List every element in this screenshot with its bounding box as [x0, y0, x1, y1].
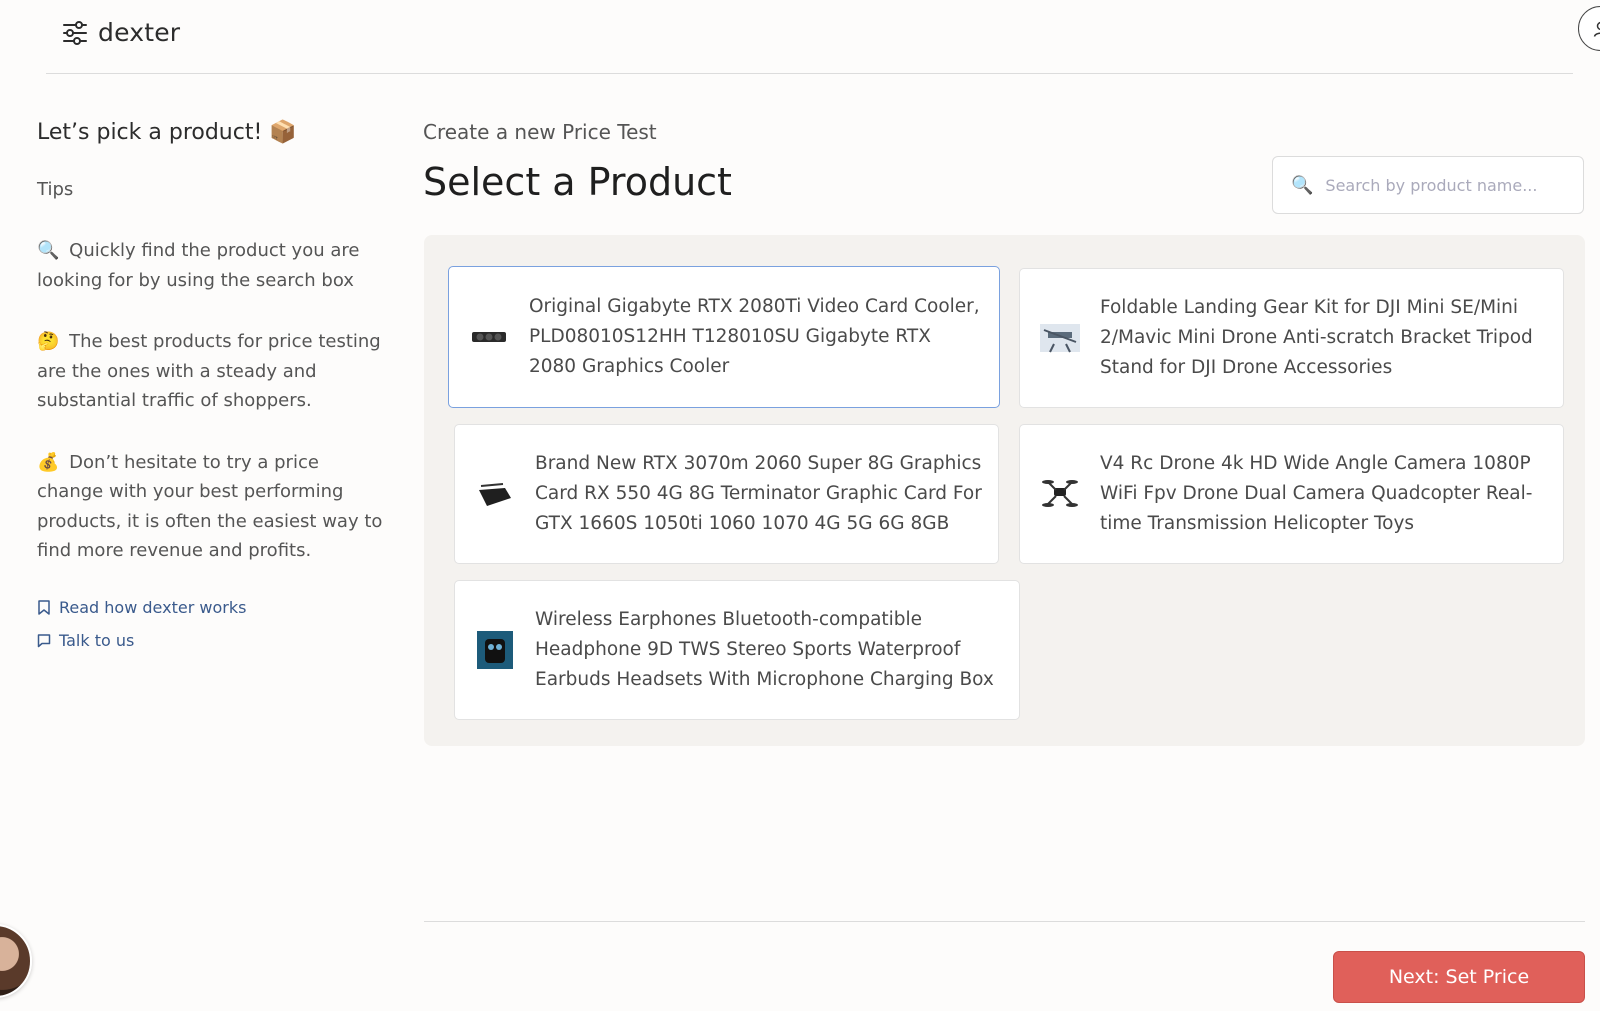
sidebar-title: Let’s pick a product! 📦 [37, 120, 297, 145]
tips-label: Tips [37, 179, 74, 200]
page-title: Select a Product [423, 160, 732, 204]
product-thumbnail [475, 630, 515, 670]
search-icon: 🔍 [1291, 174, 1314, 196]
tip-text: Quickly find the product you are looking… [37, 240, 360, 291]
support-chat-avatar[interactable] [0, 924, 32, 998]
product-thumbnail [475, 474, 515, 514]
bookmark-icon [38, 599, 50, 615]
product-title: Wireless Earphones Bluetooth-compatible … [535, 609, 994, 690]
product-card-gigabyte-cooler[interactable]: Original Gigabyte RTX 2080Ti Video Card … [448, 266, 1000, 408]
product-title: Original Gigabyte RTX 2080Ti Video Card … [529, 296, 980, 377]
tips-sidebar: Let’s pick a product! 📦 Tips 🔍 Quickly f… [37, 120, 387, 664]
talk-to-us-link[interactable]: Talk to us [37, 631, 387, 650]
product-thumbnail [1040, 318, 1080, 358]
top-bar: dexter [46, 0, 1600, 74]
search-input[interactable] [1325, 175, 1566, 195]
drone-accessory-icon [1040, 324, 1080, 353]
tip-item: 💰 Don’t hesitate to try a price change w… [37, 448, 387, 566]
drone-icon [1042, 480, 1078, 507]
tip-item: 🔍 Quickly find the product you are looki… [37, 236, 387, 295]
app-name: dexter [98, 18, 181, 47]
product-card-v4-drone[interactable]: V4 Rc Drone 4k HD Wide Angle Camera 1080… [1019, 424, 1564, 564]
product-list: Original Gigabyte RTX 2080Ti Video Card … [424, 235, 1585, 746]
next-set-price-button[interactable]: Next: Set Price [1333, 951, 1585, 1003]
sliders-icon [63, 20, 87, 45]
product-card-landing-gear[interactable]: Foldable Landing Gear Kit for DJI Mini S… [1019, 268, 1564, 408]
read-how-link[interactable]: Read how dexter works [37, 598, 387, 617]
graphics-card-icon [472, 332, 506, 342]
read-how-label: Read how dexter works [59, 597, 247, 617]
magnifier-icon: 🔍 [37, 240, 60, 261]
product-thumbnail [469, 317, 509, 357]
divider [424, 921, 1585, 922]
product-card-wireless-earphones[interactable]: Wireless Earphones Bluetooth-compatible … [454, 580, 1020, 720]
graphics-card-icon [479, 483, 511, 506]
logo[interactable]: dexter [62, 18, 180, 47]
product-title: V4 Rc Drone 4k HD Wide Angle Camera 1080… [1100, 453, 1533, 534]
tip-text: Don’t hesitate to try a price change wit… [37, 451, 383, 562]
product-title: Brand New RTX 3070m 2060 Super 8G Graphi… [535, 453, 982, 534]
page-subtitle: Create a new Price Test [423, 120, 657, 144]
talk-to-us-label: Talk to us [59, 630, 135, 650]
chat-icon [37, 633, 51, 647]
user-menu-button[interactable] [1578, 6, 1600, 51]
tip-text: The best products for price testing are … [37, 331, 381, 411]
tip-item: 🤔 The best products for price testing ar… [37, 327, 387, 416]
product-search[interactable]: 🔍 [1272, 156, 1584, 214]
product-card-rtx-3070m[interactable]: Brand New RTX 3070m 2060 Super 8G Graphi… [454, 424, 999, 564]
money-bag-icon: 💰 [37, 451, 60, 473]
product-title: Foldable Landing Gear Kit for DJI Mini S… [1100, 297, 1533, 378]
user-icon [1593, 21, 1600, 37]
product-thumbnail [1040, 474, 1080, 514]
thinking-face-icon: 🤔 [37, 331, 60, 352]
earbuds-icon [477, 631, 513, 669]
